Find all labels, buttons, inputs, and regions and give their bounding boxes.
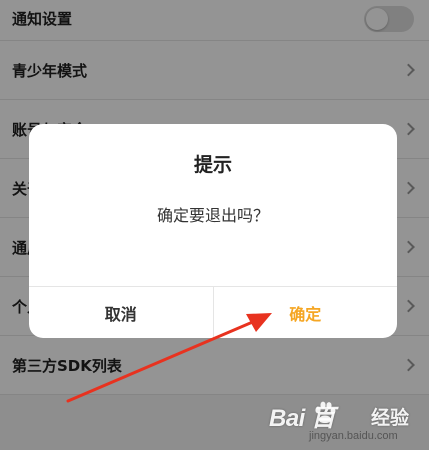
dialog-actions: 取消 确定	[29, 286, 397, 338]
watermark: Bai 百 经验 jingyan.baidu.com	[269, 398, 419, 446]
dialog-title: 提示	[193, 154, 232, 176]
watermark-brand: 经验	[371, 407, 410, 429]
confirm-button[interactable]: 确定	[214, 287, 398, 338]
baidu-paw-icon	[315, 401, 336, 423]
logout-confirm-dialog: 提示 确定要退出吗？ 取消 确定	[29, 124, 397, 338]
cancel-button[interactable]: 取消	[29, 287, 214, 338]
watermark-url: jingyan.baidu.com	[309, 430, 398, 442]
dialog-message: 确定要退出吗？	[156, 206, 269, 225]
